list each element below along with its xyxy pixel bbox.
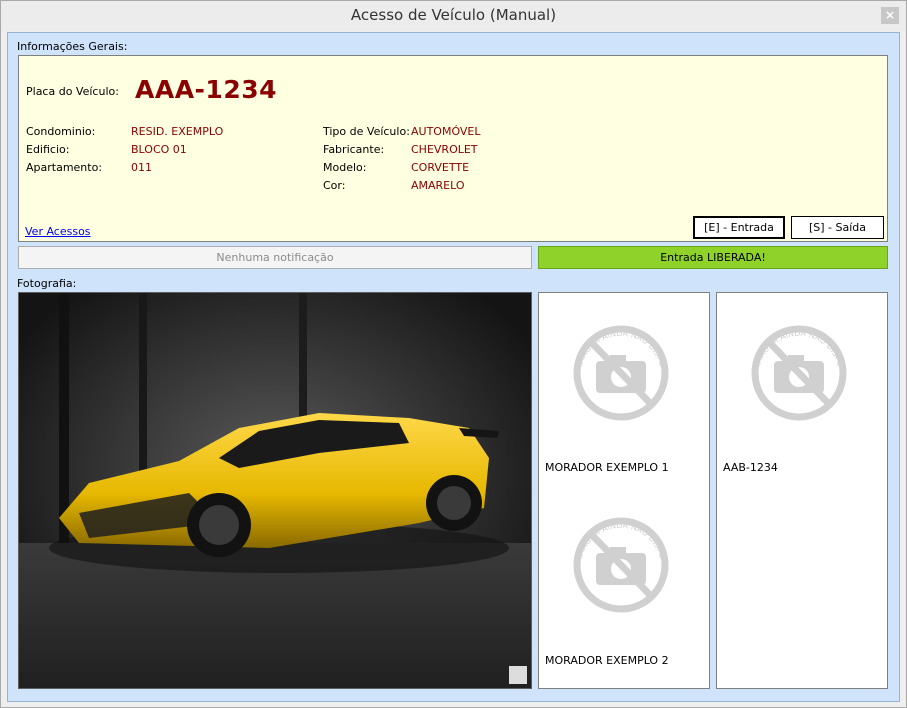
modelo-label: Modelo: bbox=[323, 161, 367, 174]
title-bar: Acesso de Veículo (Manual) × bbox=[1, 1, 906, 31]
resident-1-name: MORADOR EXEMPLO 1 bbox=[545, 461, 669, 474]
tipo-veiculo-value: AUTOMÓVEL bbox=[411, 125, 481, 138]
condominio-label: Condominio: bbox=[26, 125, 96, 138]
resident-2-name: MORADOR EXEMPLO 2 bbox=[545, 654, 669, 667]
fabricante-value: CHEVROLET bbox=[411, 143, 478, 156]
cor-value: AMARELO bbox=[411, 179, 465, 192]
no-image-placeholder-icon: IMAGEM AINDA NÃO DISPONÍVEL bbox=[566, 315, 669, 421]
general-info-panel: Placa do Veículo: AAA-1234 Condominio: R… bbox=[18, 55, 888, 242]
general-info-label: Informações Gerais: bbox=[17, 40, 128, 53]
plate-photo-card: IMAGEM AINDA NÃO DISPONÍVEL AAB-1234 bbox=[716, 292, 888, 689]
no-image-placeholder-icon: IMAGEM AINDA NÃO DISPONÍVEL bbox=[566, 507, 669, 613]
plate-card-label: AAB-1234 bbox=[723, 461, 778, 474]
edificio-value: BLOCO 01 bbox=[131, 143, 187, 156]
resident-photos-card: IMAGEM AINDA NÃO DISPONÍVEL MORADOR EXEM… bbox=[538, 292, 710, 689]
condominio-value: RESID. EXEMPLO bbox=[131, 125, 224, 138]
cor-label: Cor: bbox=[323, 179, 346, 192]
notification-field: Nenhuma notificação bbox=[18, 246, 532, 269]
access-status-banner: Entrada LIBERADA! bbox=[538, 246, 888, 269]
view-access-link[interactable]: Ver Acessos bbox=[25, 225, 91, 238]
close-button[interactable]: × bbox=[881, 7, 899, 24]
tipo-veiculo-label: Tipo de Veículo: bbox=[323, 125, 410, 138]
fabricante-label: Fabricante: bbox=[323, 143, 385, 156]
apartamento-value: 011 bbox=[131, 161, 152, 174]
plate-label: Placa do Veículo: bbox=[26, 85, 119, 98]
window-title: Acesso de Veículo (Manual) bbox=[350, 6, 557, 24]
photo-section-label: Fotografia: bbox=[17, 277, 77, 290]
no-image-placeholder-icon: IMAGEM AINDA NÃO DISPONÍVEL bbox=[744, 315, 847, 421]
apartamento-label: Apartamento: bbox=[26, 161, 103, 174]
exit-button[interactable]: [S] - Saída bbox=[791, 216, 884, 239]
edificio-label: Edificio: bbox=[26, 143, 70, 156]
entry-button[interactable]: [E] - Entrada bbox=[693, 216, 785, 239]
plate-value: AAA-1234 bbox=[135, 75, 278, 104]
vehicle-photo-image bbox=[19, 293, 531, 688]
modelo-value: CORVETTE bbox=[411, 161, 470, 174]
vehicle-photo bbox=[18, 292, 532, 689]
